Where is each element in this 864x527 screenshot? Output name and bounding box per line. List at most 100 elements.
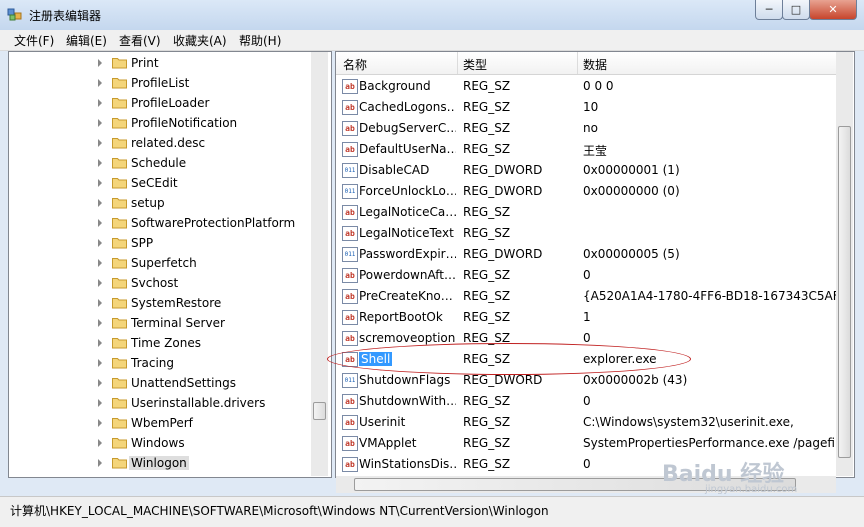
value-data: 0 [583,268,591,282]
column-separator[interactable] [457,52,458,74]
value-row[interactable]: ab CachedLogons… REG_SZ 10 [336,97,836,118]
value-name: ForceUnlockLo… [359,184,456,198]
value-data: 0x0000002b (43) [583,373,688,387]
tree-item[interactable]: UnattendSettings [9,373,309,393]
tree-item[interactable]: Tracing [9,353,309,373]
value-row[interactable]: ab LegalNoticeText REG_SZ [336,223,836,244]
expand-arrow-icon[interactable] [98,259,102,267]
column-separator[interactable] [577,52,578,74]
tree-item-label: SeCEdit [131,176,178,190]
expand-arrow-icon[interactable] [98,119,102,127]
list-vertical-scrollbar[interactable] [836,52,853,476]
expand-arrow-icon[interactable] [98,99,102,107]
tree-scrollbar-thumb[interactable] [313,402,326,420]
string-value-icon: ab [342,394,358,409]
column-type-header[interactable]: 类型 [463,56,487,73]
expand-arrow-icon[interactable] [98,179,102,187]
string-value-icon: ab [342,268,358,283]
tree-item[interactable]: SPP [9,233,309,253]
tree-item[interactable]: Windows [9,433,309,453]
tree-item[interactable]: Schedule [9,153,309,173]
watermark-url: jingyan.baidu.com [705,484,798,495]
tree-item[interactable]: SystemRestore [9,293,309,313]
value-type: REG_SZ [463,310,511,324]
column-data-header[interactable]: 数据 [583,56,607,73]
value-type: REG_SZ [463,205,511,219]
expand-arrow-icon[interactable] [98,159,102,167]
menu-view[interactable]: 查看(V) [119,32,161,49]
value-row[interactable]: ab Background REG_SZ 0 0 0 [336,76,836,97]
expand-arrow-icon[interactable] [98,459,102,467]
tree-item-label: Time Zones [131,336,201,350]
folder-icon [112,458,127,469]
expand-arrow-icon[interactable] [98,79,102,87]
tree-item[interactable]: Terminal Server [9,313,309,333]
expand-arrow-icon[interactable] [98,219,102,227]
string-value-icon: ab [342,100,358,115]
expand-arrow-icon[interactable] [98,359,102,367]
close-icon: ✕ [828,3,838,16]
expand-arrow-icon[interactable] [98,419,102,427]
value-row[interactable]: ab ReportBootOk REG_SZ 1 [336,307,836,328]
value-row[interactable]: ab Userinit REG_SZ C:\Windows\system32\user… [336,412,836,433]
tree-item[interactable]: Userinstallable.drivers [9,393,309,413]
tree-item[interactable]: Winlogon [9,453,309,473]
expand-arrow-icon[interactable] [98,439,102,447]
tree-item[interactable]: Print [9,53,309,73]
expand-arrow-icon[interactable] [98,379,102,387]
value-row[interactable]: ab PowerdownAft… REG_SZ 0 [336,265,836,286]
tree-item[interactable]: ProfileList [9,73,309,93]
value-data: 0 [583,394,591,408]
maximize-button[interactable]: □ [782,0,810,20]
expand-arrow-icon[interactable] [98,199,102,207]
tree-item[interactable]: Time Zones [9,333,309,353]
expand-arrow-icon[interactable] [98,319,102,327]
tree-item[interactable]: Svchost [9,273,309,293]
expand-arrow-icon[interactable] [98,299,102,307]
tree-item[interactable]: setup [9,193,309,213]
expand-arrow-icon[interactable] [98,59,102,67]
tree-item[interactable]: ProfileNotification [9,113,309,133]
tree-item[interactable]: ProfileLoader [9,93,309,113]
menu-help[interactable]: 帮助(H) [239,32,281,49]
expand-arrow-icon[interactable] [98,239,102,247]
expand-arrow-icon[interactable] [98,139,102,147]
tree-item[interactable]: Superfetch [9,253,309,273]
expand-arrow-icon[interactable] [98,339,102,347]
menu-edit[interactable]: 编辑(E) [66,32,107,49]
value-row[interactable]: ab ShutdownWith… REG_SZ 0 [336,391,836,412]
tree-item[interactable]: WbemPerf [9,413,309,433]
value-row[interactable]: 011 DisableCAD REG_DWORD 0x00000001 (1) [336,160,836,181]
tree-item-label: ProfileList [131,76,190,90]
tree-item[interactable]: SeCEdit [9,173,309,193]
value-row[interactable]: ab PreCreateKno… REG_SZ {A520A1A4-1780-4FF6… [336,286,853,307]
tree-item[interactable]: SoftwareProtectionPlatform [9,213,309,233]
tree-scrollbar[interactable] [311,52,328,476]
value-name: WinStationsDis… [359,457,456,471]
tree-item[interactable]: related.desc [9,133,309,153]
expand-arrow-icon[interactable] [98,399,102,407]
value-row[interactable]: ab DebugServerC… REG_SZ no [336,118,836,139]
folder-icon [112,118,127,129]
value-row[interactable]: ab LegalNoticeCa… REG_SZ [336,202,836,223]
value-row[interactable]: 011 PasswordExpir… REG_DWORD 0x00000005 (5) [336,244,836,265]
close-button[interactable]: ✕ [809,0,857,20]
registry-editor-icon [7,8,22,21]
tree-item-label: Print [131,56,159,70]
value-type: REG_SZ [463,394,511,408]
menu-file[interactable]: 文件(F) [14,32,54,49]
column-name-header[interactable]: 名称 [343,56,367,73]
value-data: no [583,121,598,135]
list-vscroll-thumb[interactable] [838,126,851,458]
folder-icon [112,338,127,349]
value-row[interactable]: ab VMApplet REG_SZ SystemPropertiesPerforma… [336,433,846,454]
highlight-ellipse [327,343,691,375]
value-data: 0x00000001 (1) [583,163,680,177]
menu-favorites[interactable]: 收藏夹(A) [173,32,227,49]
value-row[interactable]: 011 ForceUnlockLo… REG_DWORD 0x00000000 (0) [336,181,836,202]
folder-icon [112,178,127,189]
value-row[interactable]: ab DefaultUserNa… REG_SZ 王莹 [336,139,836,160]
expand-arrow-icon[interactable] [98,279,102,287]
value-data: SystemPropertiesPerformance.exe /pagefil… [583,436,846,450]
minimize-button[interactable]: ─ [755,0,783,20]
